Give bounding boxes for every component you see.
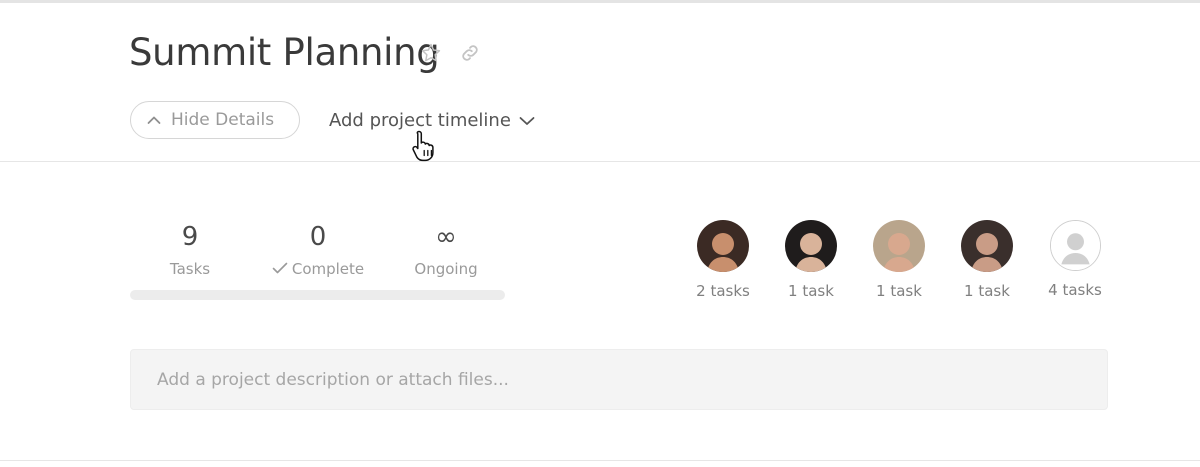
- member-task-count: 2 tasks: [696, 282, 750, 300]
- user-placeholder-icon[interactable]: [1049, 220, 1101, 271]
- link-icon[interactable]: [458, 41, 482, 65]
- member-4[interactable]: 1 task: [942, 220, 1032, 300]
- check-icon: [272, 260, 288, 278]
- member-task-count: 1 task: [964, 282, 1010, 300]
- avatar[interactable]: [785, 220, 837, 272]
- chevron-down-icon: [519, 110, 535, 131]
- complete-label: Complete: [291, 260, 365, 278]
- ongoing-label: Ongoing: [414, 260, 478, 278]
- project-progress-bar: [130, 290, 505, 300]
- complete-stat: 0 Complete: [262, 222, 374, 278]
- ongoing-count: ∞: [435, 222, 457, 252]
- avatar[interactable]: [961, 220, 1013, 272]
- project-title[interactable]: Summit Planning: [129, 31, 440, 74]
- avatar[interactable]: [873, 220, 925, 272]
- project-header: Summit Planning Hide Details Add project…: [0, 3, 1200, 162]
- ongoing-stat: ∞ Ongoing: [405, 222, 487, 278]
- project-description-field[interactable]: Add a project description or attach file…: [130, 349, 1108, 410]
- hide-details-label: Hide Details: [171, 110, 275, 130]
- bottom-divider: [0, 460, 1200, 461]
- hand-pointer-icon: [410, 128, 444, 162]
- star-icon[interactable]: [419, 41, 443, 65]
- member-1[interactable]: 2 tasks: [678, 220, 768, 300]
- tasks-count: 9: [181, 222, 199, 252]
- project-description-placeholder: Add a project description or attach file…: [157, 369, 509, 390]
- avatar[interactable]: [697, 220, 749, 272]
- member-2[interactable]: 1 task: [766, 220, 856, 300]
- chevron-up-icon: [147, 110, 161, 130]
- member-task-count: 4 tasks: [1048, 281, 1102, 299]
- member-unassigned[interactable]: 4 tasks: [1030, 220, 1120, 299]
- member-3[interactable]: 1 task: [854, 220, 944, 300]
- complete-count: 0: [309, 222, 327, 252]
- tasks-label: Tasks: [169, 260, 211, 278]
- tasks-stat: 9 Tasks: [150, 222, 230, 278]
- member-task-count: 1 task: [876, 282, 922, 300]
- hide-details-button[interactable]: Hide Details: [130, 101, 300, 139]
- member-task-count: 1 task: [788, 282, 834, 300]
